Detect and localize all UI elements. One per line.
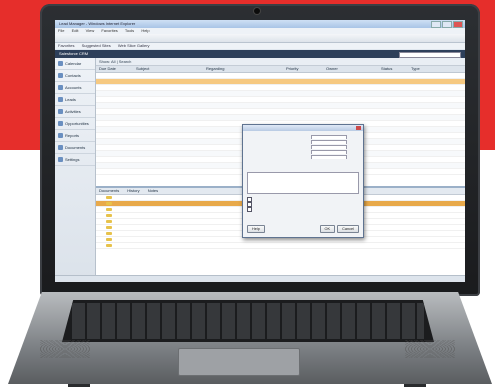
sidebar-item-label: Reports [65, 133, 80, 138]
sidebar-item-5[interactable]: Opportunities [55, 118, 95, 130]
column-header[interactable]: Regarding [206, 66, 286, 72]
column-header[interactable]: Subject [136, 66, 206, 72]
folder-icon [106, 232, 112, 235]
lower-tab[interactable]: Notes [148, 188, 158, 193]
browser-title-bar: Lead Manager - Windows Internet Explorer [55, 20, 465, 28]
webcam-icon [254, 8, 260, 14]
settings-icon [58, 157, 63, 163]
menu-help[interactable]: Help [141, 28, 149, 33]
dialog-checkbox[interactable] [247, 207, 359, 212]
cancel-button[interactable]: Cancel [337, 225, 359, 233]
front-port [68, 384, 90, 387]
contacts-icon [58, 73, 63, 79]
sidebar-item-0[interactable]: Calendar [55, 58, 95, 70]
sidebar-item-1[interactable]: Contacts [55, 70, 95, 82]
sidebar-item-7[interactable]: Documents [55, 142, 95, 154]
window-title: Lead Manager - Windows Internet Explorer [59, 21, 136, 26]
opportunities-icon [58, 121, 63, 127]
speaker-grille-right [405, 340, 455, 358]
column-header[interactable]: Type [411, 66, 461, 72]
accounts-icon [58, 85, 63, 91]
sidebar-item-3[interactable]: Leads [55, 94, 95, 106]
dialog-title-bar [243, 125, 363, 131]
sidebar-item-label: Accounts [65, 85, 82, 90]
app-header: Salesforce CRM [55, 50, 465, 58]
sidebar-item-label: Contacts [65, 73, 81, 78]
folder-icon [106, 238, 112, 241]
status-bar [55, 275, 465, 282]
close-icon[interactable] [453, 21, 463, 28]
browser-toolbar [55, 34, 465, 56]
sidebar: Calendar Contacts Accounts Leads Activities O… [55, 58, 96, 282]
front-port [404, 384, 426, 387]
minimize-icon[interactable] [431, 21, 441, 28]
lower-tab[interactable]: History [127, 188, 139, 193]
menu-tools[interactable]: Tools [125, 28, 134, 33]
folder-icon [106, 220, 112, 223]
column-header[interactable]: Due Date [96, 66, 136, 72]
documents-icon [58, 145, 63, 151]
sidebar-item-6[interactable]: Reports [55, 130, 95, 142]
sidebar-item-label: Opportunities [65, 121, 89, 126]
speaker-grille-left [40, 340, 90, 358]
sidebar-item-label: Settings [65, 157, 80, 162]
menu-file[interactable]: File [58, 28, 64, 33]
folder-icon [106, 202, 112, 205]
menu-edit[interactable]: Edit [72, 28, 79, 33]
maximize-icon[interactable] [442, 21, 452, 28]
column-header[interactable]: Status [381, 66, 411, 72]
bookmark-item[interactable]: Web Slice Gallery [118, 43, 150, 48]
lower-tab[interactable]: Documents [99, 188, 119, 193]
sidebar-item-4[interactable]: Activities [55, 106, 95, 118]
checkbox-icon[interactable] [247, 207, 252, 212]
laptop-lid: Lead Manager - Windows Internet Explorer… [40, 4, 480, 296]
list-item[interactable] [96, 243, 465, 249]
dialog-notes-label [247, 164, 359, 169]
filter-bar[interactable]: Show: All | Search [96, 58, 465, 66]
grid-header: Due Date Subject Regarding Priority Owner Sta… [96, 66, 465, 73]
activities-icon [58, 109, 63, 115]
menu-view[interactable]: View [86, 28, 95, 33]
keyboard-keys [72, 303, 424, 339]
app-title: Salesforce CRM [59, 51, 89, 56]
sidebar-item-8[interactable]: Settings [55, 154, 95, 166]
folder-icon [106, 208, 112, 211]
column-header[interactable]: Priority [286, 66, 326, 72]
column-header[interactable]: Owner [326, 66, 381, 72]
folder-icon [106, 226, 112, 229]
sidebar-item-label: Documents [65, 145, 86, 150]
sidebar-item-label: Activities [65, 109, 81, 114]
menu-favorites[interactable]: Favorites [101, 28, 117, 33]
laptop-screen: Lead Manager - Windows Internet Explorer… [55, 20, 465, 282]
dialog-close-icon[interactable] [356, 126, 361, 130]
calendar-icon [58, 61, 63, 67]
sidebar-item-label: Leads [65, 97, 76, 102]
bookmark-item[interactable]: Favorites [58, 43, 74, 48]
reports-icon [58, 133, 63, 139]
help-button[interactable]: Help [247, 225, 265, 233]
bookmark-item[interactable]: Suggested Sites [82, 43, 111, 48]
sidebar-item-2[interactable]: Accounts [55, 82, 95, 94]
leads-icon [58, 97, 63, 103]
dialog-body [243, 131, 363, 215]
sidebar-item-label: Calendar [65, 61, 82, 66]
folder-icon [106, 196, 112, 199]
touchpad [178, 348, 300, 376]
activity-dialog: Help OK Cancel [242, 124, 364, 238]
folder-icon [106, 244, 112, 247]
favorites-bar: Favorites Suggested Sites Web Slice Gall… [55, 43, 465, 49]
dialog-notes-field[interactable] [247, 172, 359, 194]
ok-button[interactable]: OK [319, 225, 335, 233]
folder-icon [106, 214, 112, 217]
